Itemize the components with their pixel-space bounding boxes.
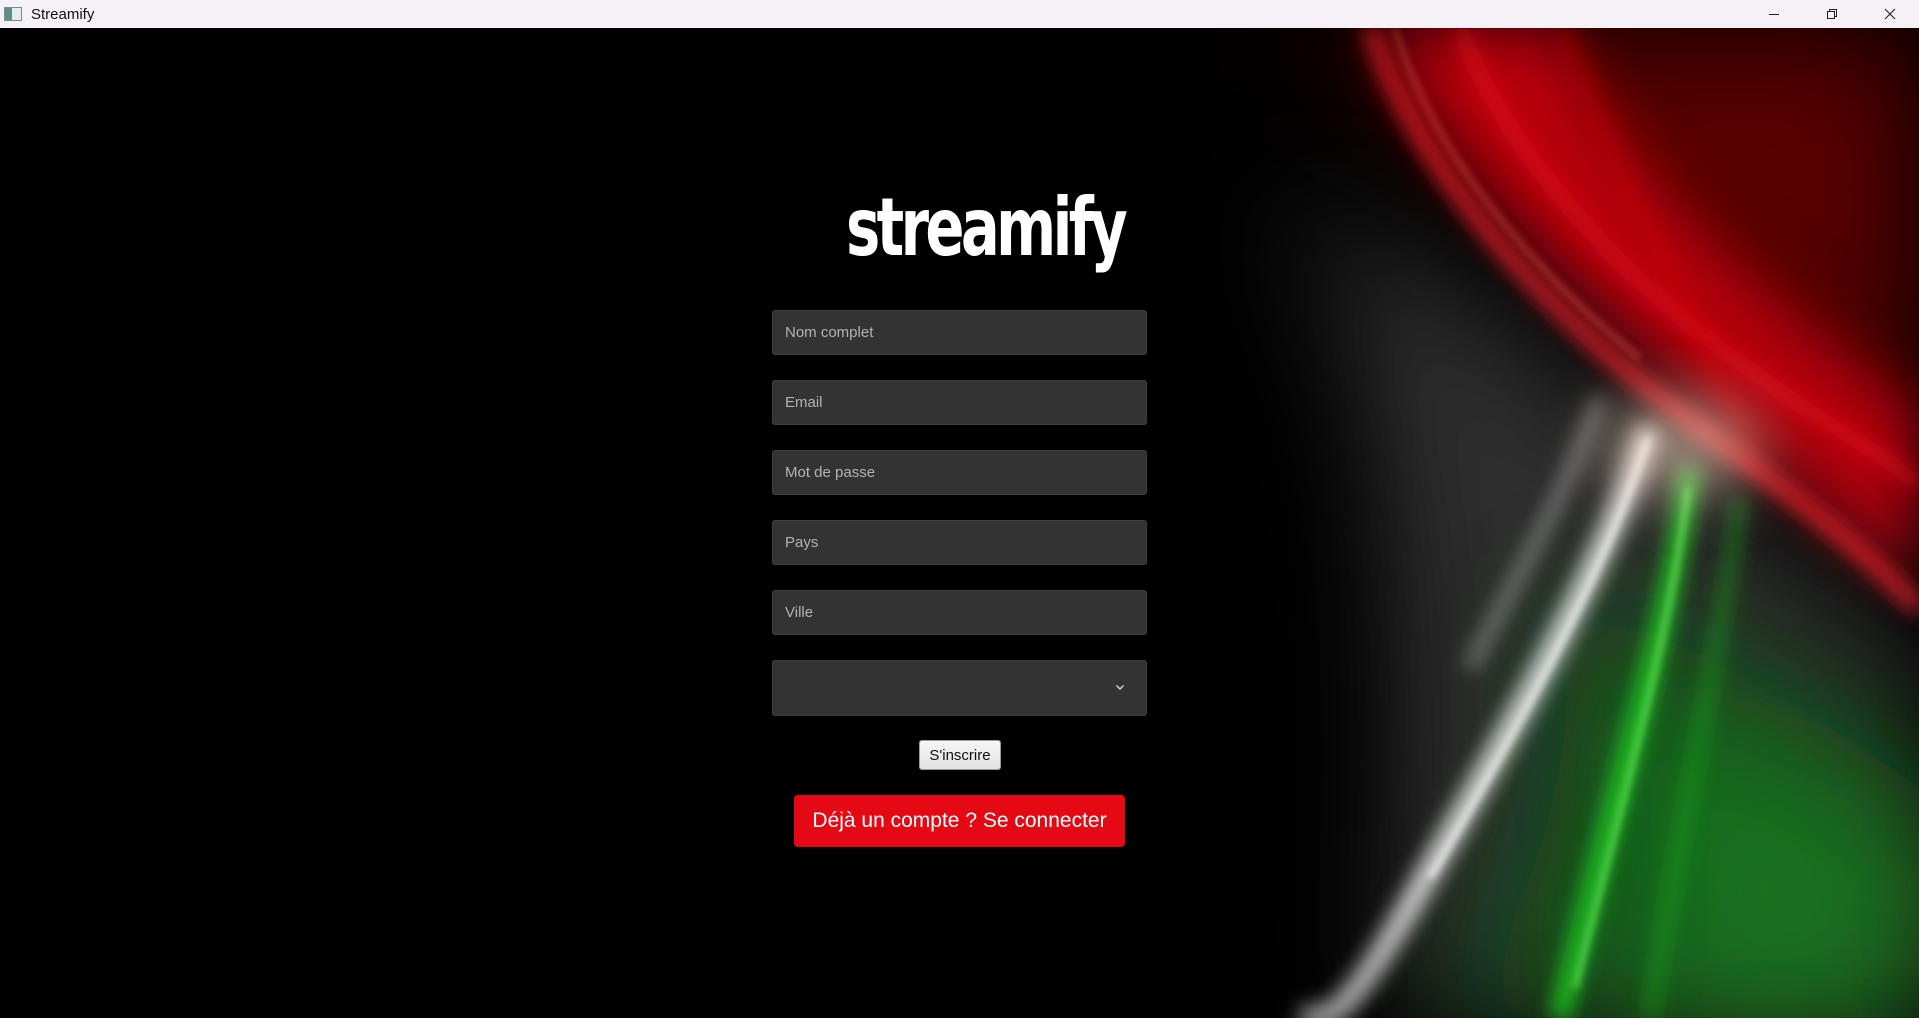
full-name-input[interactable]	[772, 310, 1147, 355]
restore-icon	[1827, 9, 1837, 19]
window-controls	[1745, 0, 1919, 28]
minimize-button[interactable]	[1745, 0, 1803, 28]
city-input[interactable]	[772, 590, 1147, 635]
title-bar: Streamify	[0, 0, 1919, 28]
email-input[interactable]	[772, 380, 1147, 425]
login-link-button[interactable]: Déjà un compte ? Se connecter	[794, 795, 1125, 847]
restore-button[interactable]	[1803, 0, 1861, 28]
app-icon	[4, 7, 22, 21]
logo-wordmark: streamify	[846, 181, 1128, 274]
signup-button[interactable]: S'inscrire	[919, 740, 1001, 770]
app-window: Streamify streamify Nom complet Email Pa…	[0, 0, 1919, 1018]
account-type-select[interactable]	[772, 660, 1147, 716]
password-input[interactable]	[772, 450, 1147, 495]
minimize-icon	[1769, 14, 1779, 15]
streamify-logo: streamify	[840, 173, 1128, 283]
chevron-down-icon	[1115, 684, 1125, 691]
window-title: Streamify	[31, 5, 95, 23]
signup-page: streamify S'inscrire Déjà un compte ? Se…	[0, 28, 1919, 1018]
close-icon	[1884, 8, 1896, 20]
close-button[interactable]	[1861, 0, 1919, 28]
country-input[interactable]	[772, 520, 1147, 565]
